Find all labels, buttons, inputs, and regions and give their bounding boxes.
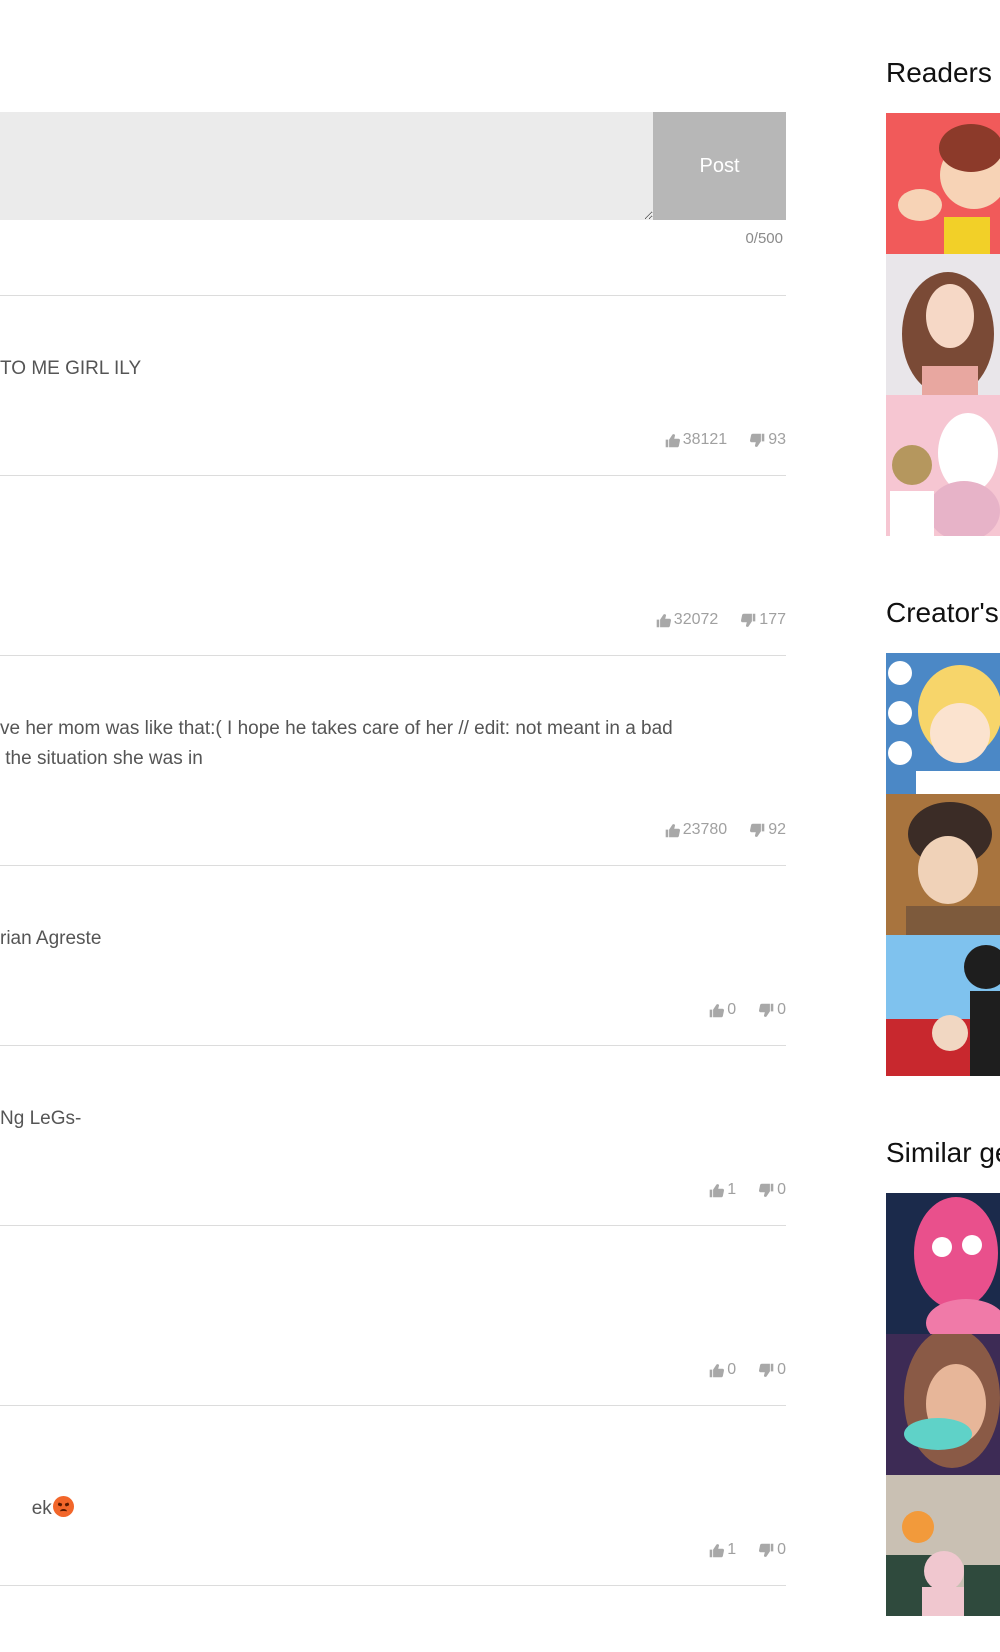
- dislike-button[interactable]: 0: [758, 1541, 786, 1559]
- dislike-count: 0: [777, 1361, 786, 1378]
- comment-item: 32072 177: [0, 475, 786, 656]
- dislike-button[interactable]: 0: [758, 1361, 786, 1379]
- series-thumbnail[interactable]: [886, 1193, 1000, 1334]
- series-cover: [886, 1475, 1000, 1616]
- comment-item: Ng LeGs- 1 0: [0, 1045, 786, 1226]
- sidebar: Readers a Creator's: [886, 0, 1000, 1652]
- angry-face-icon: [52, 1496, 74, 1517]
- vote-bar: 38121 93: [642, 430, 786, 450]
- vote-bar: 0 0: [686, 1360, 786, 1380]
- series-thumbnail[interactable]: [886, 1475, 1000, 1616]
- dislike-count: 0: [777, 1181, 786, 1198]
- dislike-count: 0: [777, 1001, 786, 1018]
- like-button[interactable]: 1: [708, 1541, 736, 1559]
- series-cover: [886, 1193, 1000, 1334]
- comment-item: rian Agreste 0 0: [0, 865, 786, 1046]
- like-button[interactable]: 32072: [655, 611, 719, 629]
- comment-text-content: ek: [31, 1498, 52, 1519]
- dislike-button[interactable]: 0: [758, 1181, 786, 1199]
- thumbs-down-icon: [741, 613, 756, 627]
- like-button[interactable]: 23780: [664, 821, 728, 839]
- vote-bar: 32072 177: [633, 610, 786, 630]
- thumbs-down-icon: [759, 1543, 774, 1557]
- vote-bar: 1 0: [686, 1180, 786, 1200]
- thumbs-down-icon: [759, 1363, 774, 1377]
- thumbs-down-icon: [750, 823, 765, 837]
- thumbs-up-icon: [665, 433, 680, 447]
- section-title-creators: Creator's: [886, 597, 999, 628]
- char-counter: 0/500: [745, 230, 783, 247]
- thumbs-down-icon: [759, 1003, 774, 1017]
- comment-text: rian Agreste: [0, 928, 102, 949]
- comment-text: ve her mom was like that:( I hope he tak…: [0, 718, 673, 769]
- series-cover: [886, 113, 1000, 254]
- vote-bar: 1 0: [686, 1540, 786, 1560]
- like-button[interactable]: 0: [708, 1001, 736, 1019]
- post-button[interactable]: Post: [653, 112, 786, 220]
- section-title-similar: Similar ge: [886, 1137, 1000, 1168]
- like-button[interactable]: 0: [708, 1361, 736, 1379]
- thumbs-down-icon: [759, 1183, 774, 1197]
- like-count: 1: [727, 1541, 737, 1558]
- like-count: 32072: [673, 611, 719, 628]
- divider: [0, 1585, 786, 1586]
- series-thumbnail[interactable]: [886, 794, 1000, 935]
- series-cover: [886, 395, 1000, 536]
- series-thumbnail[interactable]: [886, 935, 1000, 1076]
- dislike-button[interactable]: 0: [758, 1001, 786, 1019]
- thumbs-up-icon: [709, 1003, 725, 1017]
- thumbs-down-icon: [750, 433, 765, 447]
- dislike-button[interactable]: 92: [749, 821, 786, 839]
- dislike-count: 93: [768, 431, 786, 448]
- dislike-button[interactable]: 177: [740, 611, 786, 629]
- thumbs-up-icon: [709, 1363, 725, 1377]
- dislike-count: 0: [777, 1541, 786, 1558]
- comment-composer: Post 0/500: [0, 112, 786, 247]
- series-thumbnail[interactable]: [886, 653, 1000, 794]
- like-button[interactable]: 1: [708, 1181, 736, 1199]
- comment-text: Ng LeGs-: [0, 1108, 82, 1129]
- dislike-count: 177: [759, 611, 786, 628]
- comment-item: 0 0: [0, 1225, 786, 1406]
- like-count: 0: [727, 1001, 737, 1018]
- series-thumbnail[interactable]: [886, 254, 1000, 395]
- comment-item: ek 1 0: [0, 1405, 786, 1586]
- comment-text: ek: [0, 1464, 760, 1554]
- like-count: 0: [727, 1361, 737, 1378]
- series-cover: [886, 794, 1000, 935]
- like-count: 23780: [682, 821, 728, 838]
- series-thumbnail[interactable]: [886, 395, 1000, 536]
- comment-item: ve her mom was like that:( I hope he tak…: [0, 655, 786, 866]
- series-cover: [886, 653, 1000, 794]
- comment-text: TO ME GIRL ILY: [0, 358, 142, 379]
- like-count: 1: [727, 1181, 737, 1198]
- comment-input[interactable]: [0, 112, 653, 220]
- vote-bar: 0 0: [686, 1000, 786, 1020]
- comment-item: TO ME GIRL ILY 38121 93: [0, 295, 786, 476]
- dislike-count: 92: [768, 821, 786, 838]
- thumbs-up-icon: [665, 823, 680, 837]
- series-cover: [886, 1334, 1000, 1475]
- series-thumbnail[interactable]: [886, 1334, 1000, 1475]
- series-cover: [886, 254, 1000, 395]
- like-count: 38121: [682, 431, 728, 448]
- section-title-readers: Readers a: [886, 57, 1000, 88]
- thumbs-up-icon: [709, 1543, 725, 1557]
- comments-panel: Post 0/500 TO ME GIRL ILY 38121 93 32072: [0, 0, 786, 1652]
- vote-bar: 23780 92: [642, 820, 786, 840]
- series-thumbnail[interactable]: [886, 113, 1000, 254]
- dislike-button[interactable]: 93: [749, 431, 786, 449]
- thumbs-up-icon: [656, 613, 671, 627]
- thumbs-up-icon: [709, 1183, 725, 1197]
- series-cover: [886, 935, 1000, 1076]
- like-button[interactable]: 38121: [664, 431, 728, 449]
